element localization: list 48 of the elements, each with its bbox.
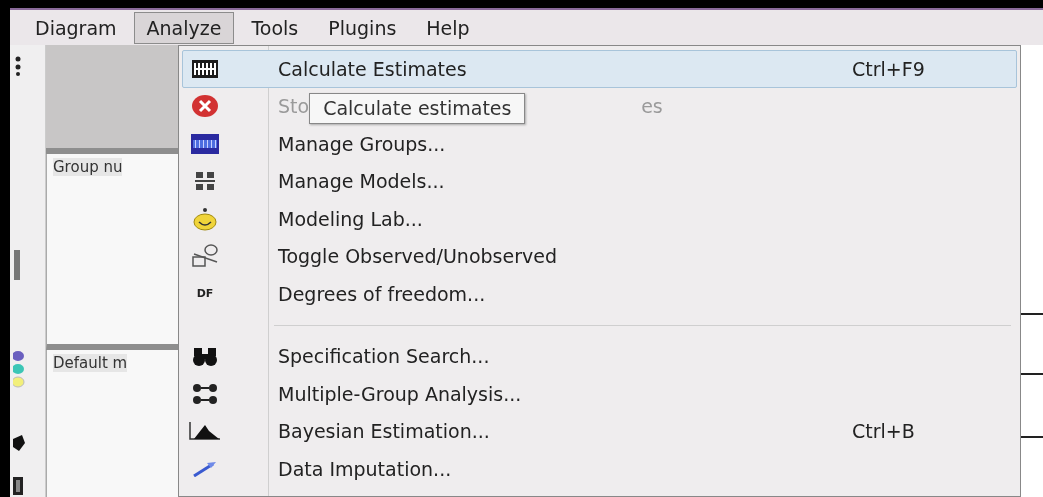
menu-bar-item[interactable]: Plugins: [315, 11, 410, 44]
menu-bar-item[interactable]: Tools: [238, 11, 312, 44]
circles-icon[interactable]: [13, 350, 27, 390]
tooltip: Calculate estimates: [309, 92, 526, 124]
menu-item-label: Degrees of freedom...: [278, 282, 486, 305]
menu-bar-item[interactable]: Diagram: [22, 11, 130, 44]
smiley-icon: [193, 206, 217, 231]
models-icon: [195, 171, 215, 192]
bars-icon: [192, 59, 218, 78]
menu-item-label: Toggle Observed/Unobserved: [278, 245, 557, 268]
dots-icon[interactable]: [13, 55, 23, 77]
menu-item-label: Calculate Estimates: [278, 57, 467, 80]
shape-icon[interactable]: [13, 435, 25, 451]
menu-bar-item[interactable]: Analyze: [133, 11, 235, 44]
shortcut-text: Ctrl+B: [852, 420, 916, 443]
table-icon: [191, 133, 219, 154]
menu-item-label: Data Imputation...: [278, 457, 452, 480]
menu-item[interactable]: Manage Models...: [182, 162, 1017, 200]
groups-icon: [192, 382, 218, 405]
menu-item[interactable]: Data Imputation...: [182, 450, 1017, 488]
menu-item[interactable]: Multiple-Group Analysis...: [182, 375, 1017, 413]
shortcut-text: Ctrl+F9: [852, 57, 926, 80]
menu-item[interactable]: Modeling Lab...: [182, 200, 1017, 238]
menu-item[interactable]: Specification Search...: [182, 337, 1017, 375]
wand-icon: [193, 460, 217, 477]
menu-item-label: Sto: [278, 95, 310, 118]
menu-item[interactable]: Calculate Estimates Ctrl+F9: [182, 50, 1017, 88]
menu-item[interactable]: Toggle Observed/Unobserved: [182, 237, 1017, 275]
menu-item-label: es: [641, 95, 663, 118]
bar-icon[interactable]: [13, 477, 23, 495]
menu-bar-item[interactable]: Help: [413, 11, 483, 44]
menu-item-label: Multiple-Group Analysis...: [278, 382, 522, 405]
binoculars-icon: [192, 346, 218, 367]
menu-item-label: Modeling Lab...: [278, 207, 423, 230]
menu-item[interactable]: Manage Groups...: [182, 125, 1017, 163]
menu-item-label: Bayesian Estimation...: [278, 420, 490, 443]
menu-item[interactable]: Bayesian Estimation... Ctrl+B: [182, 412, 1017, 450]
menu-item-label: Manage Groups...: [278, 132, 446, 155]
menu-item-label: Specification Search...: [278, 345, 490, 368]
stop-icon: [192, 94, 218, 119]
list-header: Default m: [53, 354, 128, 372]
df-icon: DF: [196, 287, 214, 301]
menu-item-label: Manage Models...: [278, 170, 445, 193]
histogram-icon: [189, 422, 221, 441]
menu-item[interactable]: DF Degrees of freedom...: [182, 275, 1017, 313]
list-header: Group nu: [53, 158, 123, 176]
toggle-icon: [192, 244, 218, 269]
slider-icon[interactable]: [13, 250, 21, 280]
